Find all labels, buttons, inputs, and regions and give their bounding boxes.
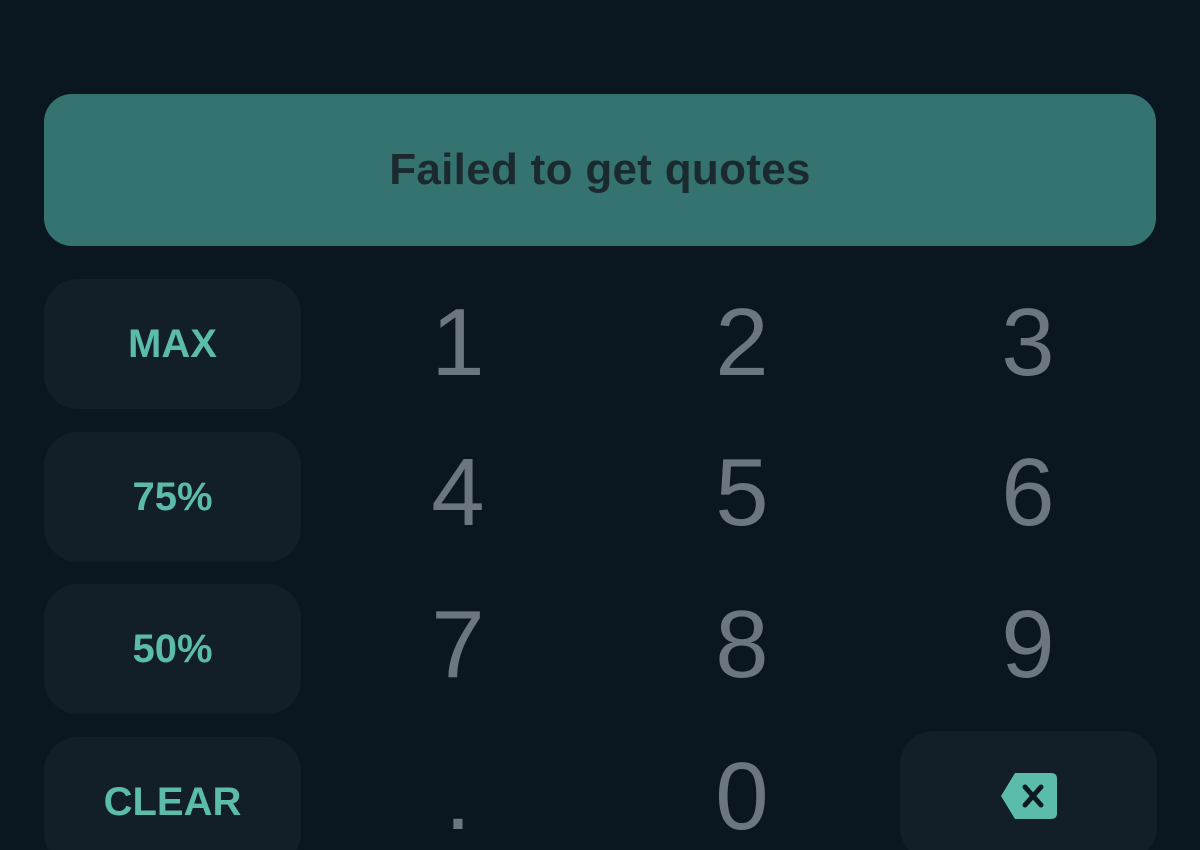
key-0[interactable]: 0	[642, 732, 842, 850]
key-5[interactable]: 5	[642, 428, 842, 558]
key-6[interactable]: 6	[928, 428, 1128, 558]
key-decimal[interactable]: .	[358, 720, 558, 845]
max-button[interactable]: MAX	[44, 279, 301, 409]
50-percent-button[interactable]: 50%	[44, 584, 301, 714]
75-percent-button[interactable]: 75%	[44, 432, 301, 562]
backspace-icon	[1000, 773, 1057, 819]
key-9[interactable]: 9	[928, 580, 1128, 710]
key-4[interactable]: 4	[358, 428, 558, 558]
amount-keypad-screen: Failed to get quotes MAX 75% 50% CLEAR 1…	[0, 0, 1200, 850]
key-1[interactable]: 1	[358, 278, 558, 408]
status-banner-text: Failed to get quotes	[389, 145, 811, 194]
key-2[interactable]: 2	[642, 278, 842, 408]
backspace-button[interactable]	[900, 731, 1157, 850]
key-8[interactable]: 8	[642, 580, 842, 710]
key-7[interactable]: 7	[358, 580, 558, 710]
key-3[interactable]: 3	[928, 278, 1128, 408]
clear-button[interactable]: CLEAR	[44, 737, 301, 850]
status-banner: Failed to get quotes	[44, 94, 1156, 246]
